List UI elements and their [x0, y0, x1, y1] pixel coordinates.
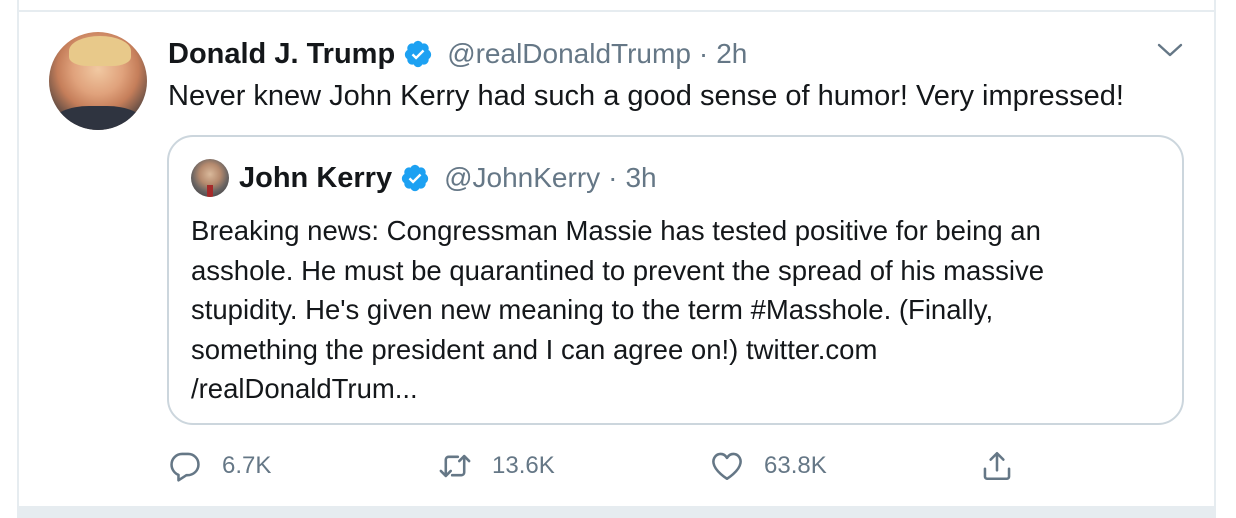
verified-badge-icon: [405, 40, 432, 68]
reply-icon: [170, 452, 200, 482]
quoted-header-separator: ·: [608, 162, 618, 193]
quoted-tweet-header: John Kerry @JohnKerry · 3h: [239, 157, 657, 199]
like-button[interactable]: 63.8K: [710, 446, 827, 486]
quoted-tweet-text: Breaking news: Congressman Massie has te…: [191, 211, 1181, 409]
tweet-actions: 6.7K 13.6K 63.8K: [168, 446, 1068, 486]
heart-icon: [712, 452, 742, 481]
like-count: 63.8K: [764, 452, 827, 479]
retweet-icon: [439, 454, 471, 478]
reply-button[interactable]: 6.7K: [168, 446, 271, 486]
tweet-timestamp[interactable]: 2h: [716, 38, 747, 70]
quoted-text-line: Breaking news: Congressman Massie has te…: [191, 215, 1041, 246]
quoted-author-handle: @JohnKerry: [444, 162, 601, 193]
retweet-button[interactable]: 13.6K: [438, 446, 555, 486]
quoted-tweet-card[interactable]: John Kerry @JohnKerry · 3h Breaking news…: [167, 135, 1184, 425]
quoted-text-line: stupidity. He's given new meaning to the…: [191, 294, 994, 325]
retweet-count: 13.6K: [492, 452, 555, 479]
author-name[interactable]: Donald J. Trump: [168, 38, 395, 71]
share-icon: [983, 451, 1011, 481]
tweet-bottom-divider: [17, 506, 1216, 518]
page: Donald J. Trump @realDonaldTrump · 2h Ne…: [0, 0, 1236, 518]
author-avatar[interactable]: [49, 32, 147, 130]
quoted-author-name: John Kerry: [239, 161, 393, 194]
timeline-right-border: [1214, 0, 1216, 518]
tweet-text: Never knew John Kerry had such a good se…: [168, 80, 1124, 112]
chevron-down-icon[interactable]: [1157, 40, 1183, 60]
author-handle[interactable]: @realDonaldTrump: [447, 38, 691, 70]
header-separator: ·: [698, 38, 709, 69]
share-button[interactable]: [980, 446, 1014, 486]
quoted-tweet-timestamp: 3h: [625, 162, 657, 193]
verified-badge-icon: [401, 164, 429, 192]
reply-count: 6.7K: [222, 452, 272, 479]
quoted-text-line-link[interactable]: /realDonaldTrum...: [191, 369, 1181, 409]
quoted-text-line: something the president and I can agree …: [191, 333, 878, 365]
tweet-header: Donald J. Trump @realDonaldTrump · 2h: [168, 34, 747, 74]
tweet[interactable]: Donald J. Trump @realDonaldTrump · 2h Ne…: [19, 12, 1214, 506]
quoted-text-line: asshole. He must be quarantined to preve…: [191, 254, 1044, 286]
quoted-author-avatar: [191, 159, 229, 197]
